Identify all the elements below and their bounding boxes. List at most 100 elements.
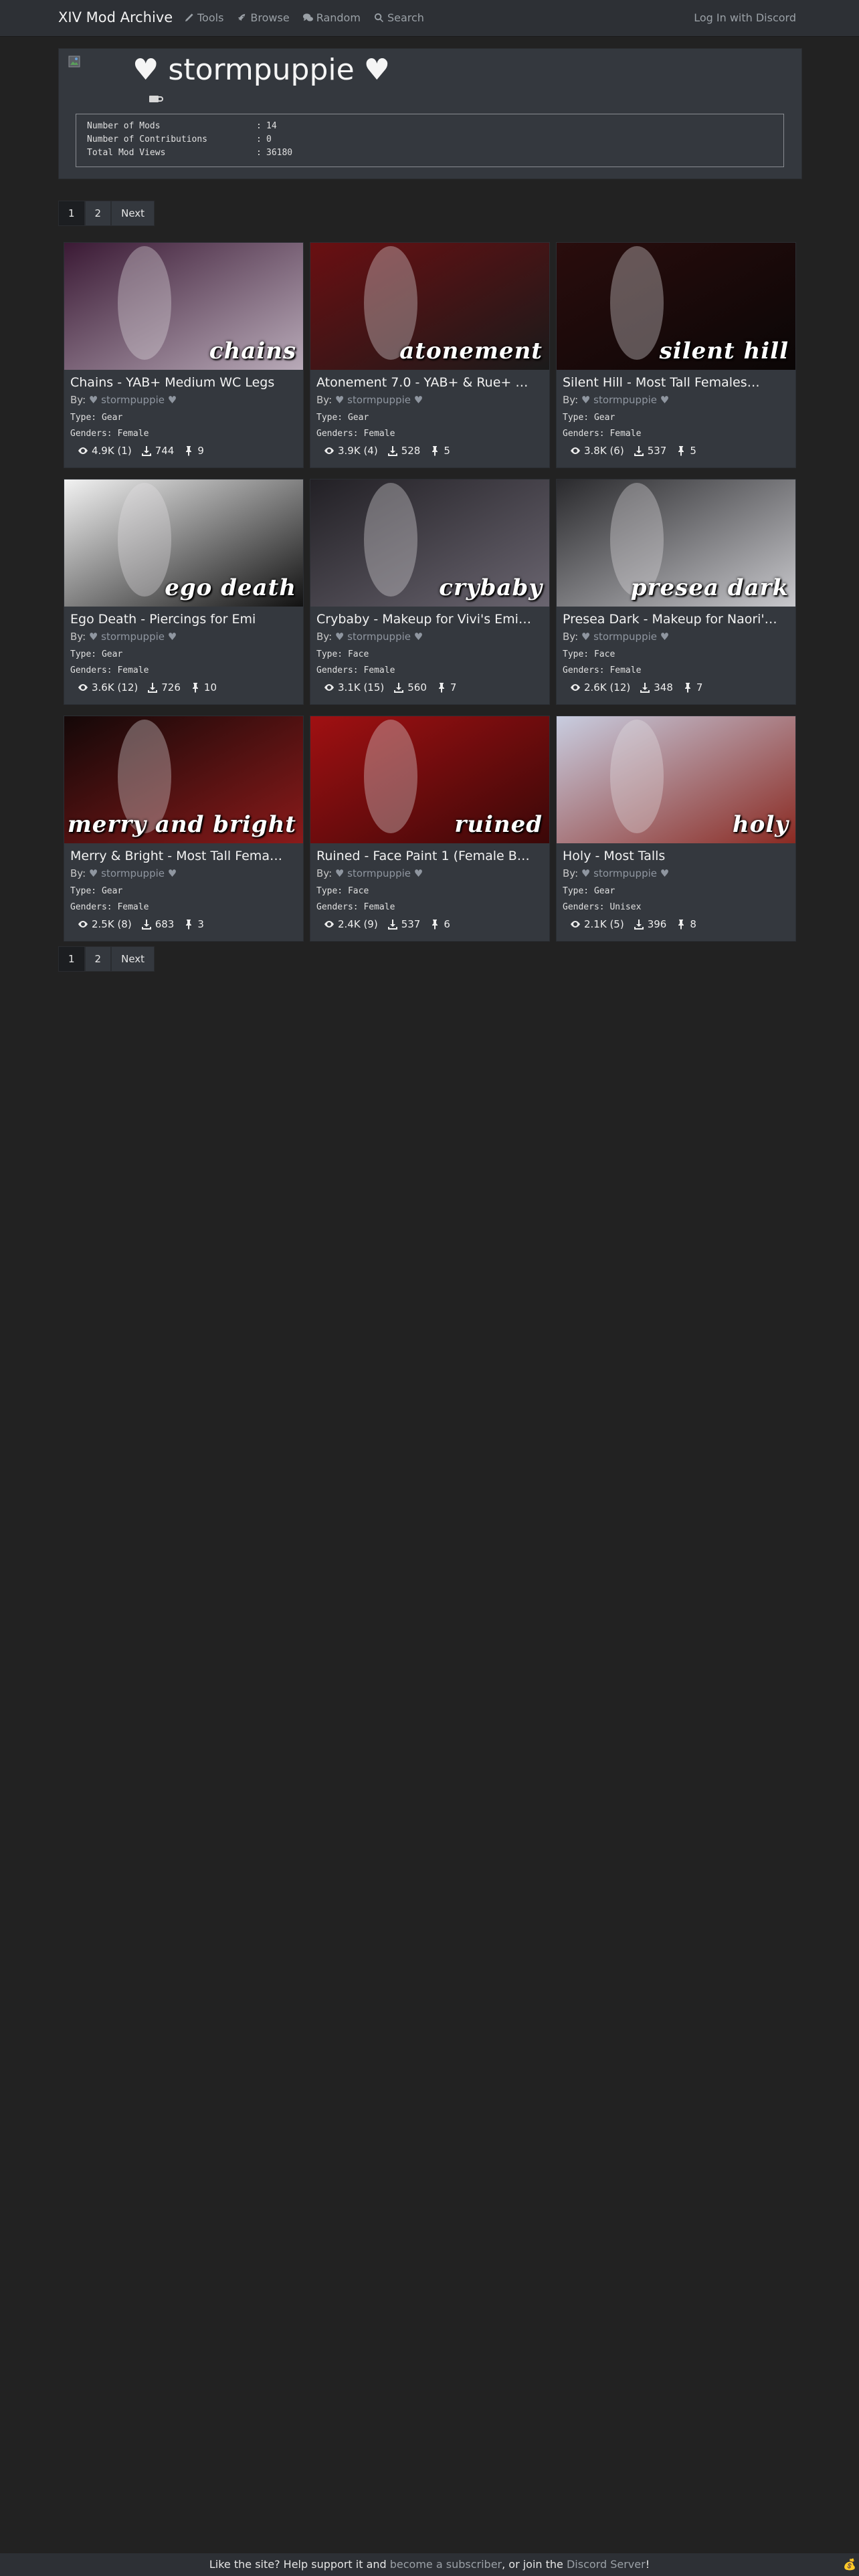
mod-card[interactable]: chains Chains - YAB+ Medium WC Legs By: ♥ … <box>64 242 304 468</box>
mod-thumbnail[interactable]: ruined <box>310 716 549 843</box>
pins-stat: 7 <box>436 681 456 693</box>
mod-thumbnail[interactable]: holy <box>557 716 795 843</box>
mod-author-link[interactable]: ♥ stormpuppie ♥ <box>89 394 177 406</box>
mod-thumbnail[interactable]: atonement <box>310 243 549 370</box>
nav-search-link[interactable]: Search <box>374 11 424 24</box>
mod-title[interactable]: Silent Hill - Most Tall Females… <box>563 375 790 390</box>
pins-count: 10 <box>203 681 217 693</box>
views-count: 3.6K (12) <box>92 681 138 693</box>
mod-thumbnail[interactable]: crybaby <box>310 479 549 607</box>
mod-title[interactable]: Presea Dark - Makeup for Naori'… <box>563 612 790 627</box>
mod-card[interactable]: ego death Ego Death - Piercings for Emi By… <box>64 479 304 705</box>
page-2-button[interactable]: 2 <box>84 946 112 972</box>
next-page-button[interactable]: Next <box>111 946 155 972</box>
next-page-button[interactable]: Next <box>111 201 155 226</box>
mod-author-link[interactable]: ♥ stormpuppie ♥ <box>581 631 669 643</box>
mod-card[interactable]: silent hill Silent Hill - Most Tall Femal… <box>556 242 796 468</box>
downloads-count: 528 <box>401 445 421 457</box>
mod-author-line: By: ♥ stormpuppie ♥ <box>316 631 423 643</box>
page-1-button[interactable]: 1 <box>58 946 85 972</box>
eye-icon <box>78 921 88 928</box>
mod-thumbnail[interactable]: ego death <box>64 479 303 607</box>
mod-author-line: By: ♥ stormpuppie ♥ <box>70 394 177 406</box>
mod-thumbnail[interactable]: merry and bright <box>64 716 303 843</box>
by-label: By: <box>316 631 332 643</box>
eye-icon <box>571 921 580 928</box>
mod-card[interactable]: atonement Atonement 7.0 - YAB+ & Rue+ … By… <box>310 242 550 468</box>
mod-card[interactable]: presea dark Presea Dark - Makeup for Naor… <box>556 479 796 705</box>
nav-tools-link[interactable]: Tools <box>184 11 223 24</box>
pins-count: 7 <box>696 681 703 693</box>
mod-card[interactable]: holy Holy - Most Talls By: ♥ stormpuppie ♥… <box>556 716 796 942</box>
mod-thumbnail[interactable]: chains <box>64 243 303 370</box>
mod-title[interactable]: Atonement 7.0 - YAB+ & Rue+ … <box>316 375 544 390</box>
coffee-icon[interactable] <box>147 92 165 105</box>
mod-author-link[interactable]: ♥ stormpuppie ♥ <box>335 867 423 879</box>
pins-stat: 5 <box>430 445 450 457</box>
mod-genders: Genders: Female <box>70 429 149 439</box>
login-discord-link[interactable]: Log In with Discord <box>694 11 796 24</box>
pins-count: 5 <box>690 445 696 457</box>
mod-author-link[interactable]: ♥ stormpuppie ♥ <box>89 631 177 643</box>
mod-author-link[interactable]: ♥ stormpuppie ♥ <box>89 867 177 879</box>
downloads-count: 683 <box>155 918 175 930</box>
site-brand[interactable]: XIV Mod Archive <box>58 9 173 25</box>
pins-stat: 10 <box>190 681 217 693</box>
downloads-stat: 560 <box>393 681 427 693</box>
downloads-count: 560 <box>407 681 427 693</box>
pins-stat: 8 <box>676 918 696 930</box>
views-stat: 4.9K (1) <box>78 445 132 457</box>
nav-random-link[interactable]: Random <box>302 11 361 24</box>
mod-title[interactable]: Ego Death - Piercings for Emi <box>70 612 298 627</box>
mod-author-line: By: ♥ stormpuppie ♥ <box>563 867 669 879</box>
rocket-icon <box>238 13 246 21</box>
thumbnail-caption: chains <box>209 338 296 364</box>
stat-sep: : <box>256 148 262 158</box>
mod-author-link[interactable]: ♥ stormpuppie ♥ <box>581 867 669 879</box>
downloads-stat: 348 <box>640 681 673 693</box>
mod-genders: Genders: Female <box>316 902 395 912</box>
mod-title[interactable]: Crybaby - Makeup for Vivi's Emi… <box>316 612 544 627</box>
page-1-button[interactable]: 1 <box>58 201 85 226</box>
mod-type: Type: Gear <box>563 413 615 423</box>
nav-random-label: Random <box>316 11 361 24</box>
download-icon <box>387 920 397 930</box>
mod-title[interactable]: Holy - Most Talls <box>563 849 790 863</box>
discord-server-link[interactable]: Discord Server <box>567 2558 646 2571</box>
mod-title[interactable]: Chains - YAB+ Medium WC Legs <box>70 375 298 390</box>
mod-author-line: By: ♥ stormpuppie ♥ <box>316 394 423 406</box>
mod-thumbnail[interactable]: silent hill <box>557 243 795 370</box>
mod-card[interactable]: ruined Ruined - Face Paint 1 (Female B… By… <box>310 716 550 942</box>
nav-browse-link[interactable]: Browse <box>237 11 290 24</box>
pins-stat: 9 <box>183 445 204 457</box>
stat-sep: : <box>256 134 262 144</box>
download-icon <box>141 446 151 456</box>
downloads-stat: 396 <box>634 918 666 930</box>
pins-stat: 3 <box>183 918 204 930</box>
mod-author-link[interactable]: ♥ stormpuppie ♥ <box>581 394 669 406</box>
mod-card[interactable]: crybaby Crybaby - Makeup for Vivi's Emi… B… <box>310 479 550 705</box>
mod-author-link[interactable]: ♥ stormpuppie ♥ <box>335 394 423 406</box>
pins-count: 8 <box>690 918 696 930</box>
page-2-button[interactable]: 2 <box>84 201 112 226</box>
views-stat: 2.1K (5) <box>570 918 624 930</box>
mod-thumbnail[interactable]: presea dark <box>557 479 795 607</box>
mod-title[interactable]: Merry & Bright - Most Tall Fema… <box>70 849 298 863</box>
mod-title[interactable]: Ruined - Face Paint 1 (Female B… <box>316 849 544 863</box>
thumbnail-caption: atonement <box>399 338 543 364</box>
pin-icon <box>678 920 684 930</box>
mod-stats: 4.9K (1) 744 9 <box>78 445 204 457</box>
subscribe-link[interactable]: become a subscriber <box>390 2558 502 2571</box>
pin-icon <box>192 683 198 693</box>
footer-text: , or join the <box>502 2558 567 2571</box>
pin-icon <box>186 920 192 930</box>
by-label: By: <box>563 394 579 406</box>
pins-count: 6 <box>444 918 450 930</box>
mod-type: Type: Gear <box>316 413 369 423</box>
mod-genders: Genders: Female <box>316 665 395 675</box>
mod-author-link[interactable]: ♥ stormpuppie ♥ <box>335 631 423 643</box>
mod-stats: 3.8K (6) 537 5 <box>570 445 696 457</box>
eye-icon <box>324 921 334 928</box>
mod-card[interactable]: merry and bright Merry & Bright - Most Ta… <box>64 716 304 942</box>
downloads-stat: 683 <box>141 918 175 930</box>
